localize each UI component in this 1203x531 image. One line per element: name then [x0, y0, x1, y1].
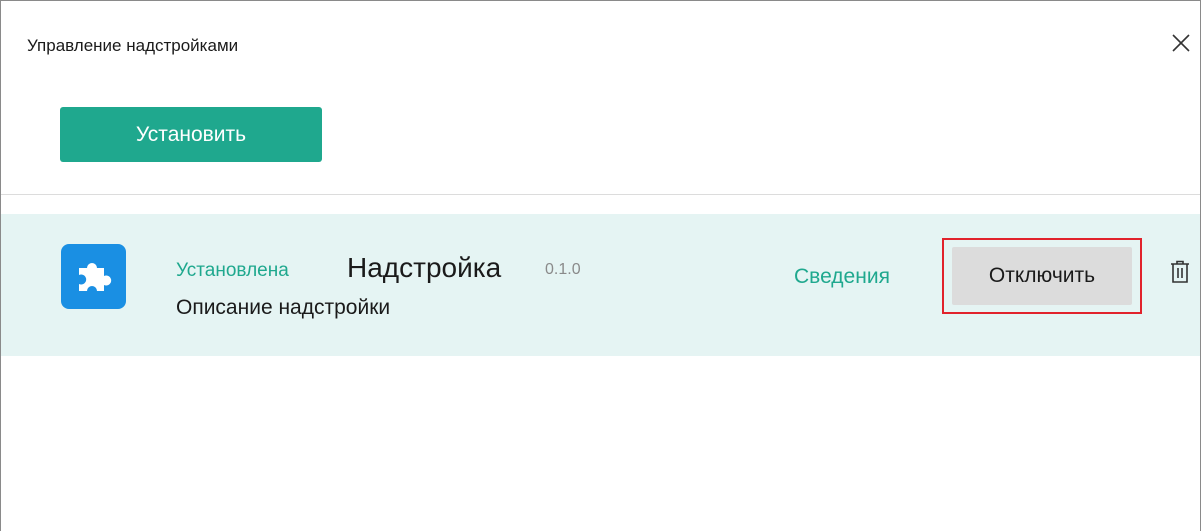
addin-status: Установлена: [176, 260, 289, 281]
addin-name: Надстройка: [347, 252, 502, 283]
addin-version: 0.1.0: [545, 261, 581, 278]
puzzle-icon: [61, 244, 126, 309]
title-bar: Управление надстройками: [1, 1, 1200, 91]
divider: [1, 194, 1200, 195]
trash-icon[interactable]: [1169, 259, 1191, 285]
close-icon[interactable]: [1169, 31, 1193, 55]
dialog-title: Управление надстройками: [27, 36, 239, 55]
addin-manager-dialog: Управление надстройками Установить Устан…: [0, 0, 1201, 531]
addin-description: Описание надстройки: [176, 296, 391, 319]
highlight-frame: Отключить: [942, 238, 1142, 314]
addin-list-item[interactable]: Установлена Надстройка 0.1.0 Описание на…: [1, 214, 1200, 356]
disable-button[interactable]: Отключить: [952, 247, 1132, 305]
details-link[interactable]: Сведения: [794, 265, 890, 289]
install-button[interactable]: Установить: [60, 107, 322, 162]
